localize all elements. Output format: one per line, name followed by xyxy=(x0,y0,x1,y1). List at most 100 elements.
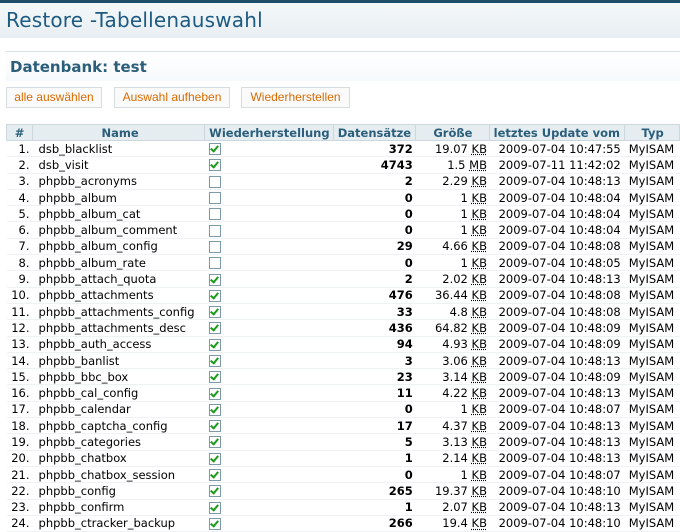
row-number: 7. xyxy=(6,238,33,256)
restore-checkbox[interactable] xyxy=(208,224,221,237)
last-update: 2009-07-04 10:48:09 xyxy=(489,336,625,353)
database-label: Datenbank: test xyxy=(10,58,147,76)
last-update: 2009-07-04 10:48:13 xyxy=(489,352,625,370)
table-size: 36.44 KB xyxy=(415,287,490,304)
last-update: 2009-07-04 10:48:09 xyxy=(489,319,625,337)
size-unit: KB xyxy=(471,353,487,368)
table-row: 7. phpbb_album_config 29 4.66 KB 2009-07-04 … xyxy=(6,238,680,256)
size-value: 1 xyxy=(460,402,468,417)
header-records[interactable]: Datensätze xyxy=(332,124,417,141)
last-update: 2009-07-04 10:48:13 xyxy=(489,499,625,516)
table-size: 2.14 KB xyxy=(415,450,490,467)
size-unit: KB xyxy=(471,174,487,189)
row-number: 17. xyxy=(6,401,33,419)
restore-checkbox[interactable] xyxy=(208,257,221,270)
select-all-button[interactable]: alle auswählen xyxy=(6,87,102,108)
last-update: 2009-07-04 10:48:10 xyxy=(489,482,625,500)
table-name: phpbb_ctracker_backup xyxy=(32,515,205,532)
table-type: MyISAM xyxy=(624,515,680,532)
table-type: MyISAM xyxy=(624,238,680,256)
restore-checkbox[interactable] xyxy=(208,240,221,253)
row-number: 12. xyxy=(6,319,33,337)
table-name: phpbb_bbc_box xyxy=(32,368,205,386)
restore-checkbox[interactable] xyxy=(208,469,221,482)
last-update: 2009-07-04 10:48:10 xyxy=(489,515,625,532)
restore-checkbox[interactable] xyxy=(208,306,221,319)
restore-checkbox[interactable] xyxy=(208,208,221,221)
row-number: 8. xyxy=(6,254,33,272)
row-number: 2. xyxy=(6,156,33,174)
header-num[interactable]: # xyxy=(5,124,34,141)
table-size: 2.29 KB xyxy=(415,173,490,190)
row-number: 5. xyxy=(6,205,33,223)
last-update: 2009-07-04 10:48:05 xyxy=(489,254,625,272)
header-updated[interactable]: letztes Update vom xyxy=(489,124,626,141)
restore-checkbox[interactable] xyxy=(208,387,221,400)
size-unit: KB xyxy=(471,386,487,401)
restore-checkbox[interactable] xyxy=(208,501,221,514)
last-update: 2009-07-04 10:48:08 xyxy=(489,238,625,256)
table-name: phpbb_chatbox xyxy=(32,450,205,467)
record-count: 23 xyxy=(333,368,416,386)
restore-checkbox[interactable] xyxy=(208,143,221,156)
restore-checkbox[interactable] xyxy=(208,159,221,172)
last-update: 2009-07-04 10:48:09 xyxy=(489,368,625,386)
restore-checkbox[interactable] xyxy=(208,273,221,286)
table-row: 10. phpbb_attachments 476 36.44 KB 2009-07-0… xyxy=(6,287,680,304)
header-name[interactable]: Name xyxy=(32,124,206,141)
table-row: 23. phpbb_confirm 1 2.07 KB 2009-07-04 10:48… xyxy=(6,499,680,516)
restore-cell xyxy=(204,238,334,256)
size-value: 2.14 xyxy=(442,451,468,466)
last-update: 2009-07-04 10:48:08 xyxy=(489,303,625,321)
size-value: 4.93 xyxy=(442,337,468,352)
restore-checkbox[interactable] xyxy=(208,485,221,498)
restore-checkbox[interactable] xyxy=(208,517,221,530)
size-unit: KB xyxy=(471,190,487,205)
table-name: phpbb_chatbox_session xyxy=(32,466,205,484)
size-value: 4.66 xyxy=(442,239,468,254)
table-row: 12. phpbb_attachments_desc 436 64.82 KB 2009… xyxy=(6,319,680,337)
table-row: 19. phpbb_categories 5 3.13 KB 2009-07-04 10… xyxy=(6,433,680,451)
size-unit: KB xyxy=(471,255,487,270)
table-row: 14. phpbb_banlist 3 3.06 KB 2009-07-04 10:48… xyxy=(6,352,680,370)
table-size: 2.02 KB xyxy=(415,270,490,288)
restore-checkbox[interactable] xyxy=(208,436,221,449)
table-type: MyISAM xyxy=(624,433,680,451)
restore-checkbox[interactable] xyxy=(208,192,221,205)
last-update: 2009-07-04 10:48:13 xyxy=(489,433,625,451)
table-type: MyISAM xyxy=(624,450,680,467)
restore-checkbox[interactable] xyxy=(208,420,221,433)
table-row: 1. dsb_blacklist 372 19.07 KB 2009-07-04 10:… xyxy=(6,140,680,158)
table-size: 4.22 KB xyxy=(415,384,490,402)
restore-cell xyxy=(204,140,334,158)
restore-checkbox[interactable] xyxy=(208,175,221,188)
restore-checkbox[interactable] xyxy=(208,403,221,416)
last-update: 2009-07-04 10:48:04 xyxy=(489,205,625,223)
table-size: 1.5 MB xyxy=(415,156,490,174)
restore-checkbox[interactable] xyxy=(208,371,221,384)
last-update: 2009-07-04 10:48:13 xyxy=(489,270,625,288)
size-unit: KB xyxy=(471,337,487,352)
restore-cell xyxy=(204,205,334,223)
restore-cell xyxy=(204,515,334,532)
restore-button[interactable]: Wiederherstellen xyxy=(241,87,350,108)
restore-checkbox[interactable] xyxy=(208,322,221,335)
restore-checkbox[interactable] xyxy=(208,289,221,302)
table-name: phpbb_album_cat xyxy=(32,205,205,223)
header-restore[interactable]: Wiederherstellung xyxy=(204,124,334,141)
size-unit: MB xyxy=(469,157,487,172)
table-row: 18. phpbb_captcha_config 17 4.37 KB 2009-07-… xyxy=(6,417,680,435)
table-type: MyISAM xyxy=(624,384,680,402)
restore-cell xyxy=(204,352,334,370)
restore-checkbox[interactable] xyxy=(208,338,221,351)
header-size[interactable]: Größe xyxy=(415,124,491,141)
size-unit: KB xyxy=(471,483,487,498)
table-row: 24. phpbb_ctracker_backup 266 19.4 KB 2009-0… xyxy=(6,515,680,532)
last-update: 2009-07-04 10:48:04 xyxy=(489,189,625,207)
restore-checkbox[interactable] xyxy=(208,452,221,465)
deselect-button[interactable]: Auswahl aufheben xyxy=(114,87,230,108)
table-row: 3. phpbb_acronyms 2 2.29 KB 2009-07-04 10:48… xyxy=(6,173,680,190)
restore-checkbox[interactable] xyxy=(208,355,221,367)
header-type[interactable]: Typ xyxy=(624,124,680,141)
record-count: 4743 xyxy=(333,156,416,174)
